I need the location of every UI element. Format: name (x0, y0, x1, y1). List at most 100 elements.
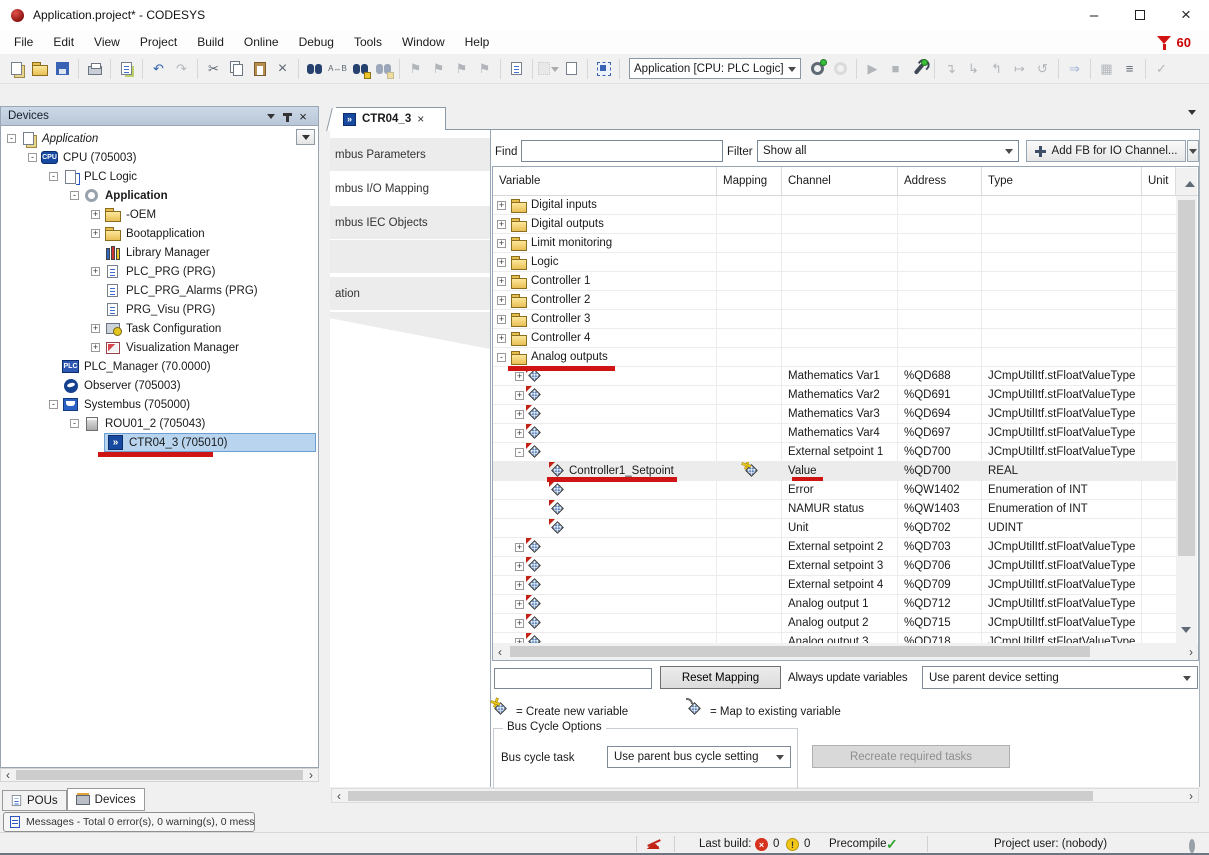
scroll-up-button[interactable] (1176, 168, 1197, 195)
close-button[interactable]: × (1163, 0, 1209, 30)
expand-icon[interactable]: + (515, 410, 524, 419)
tab-list-dropdown-icon[interactable] (1188, 115, 1196, 133)
pragma-flag-icon[interactable] (1157, 35, 1172, 50)
io-table-row-external-setpoint-1[interactable]: -External setpoint 1%QD700JCmpUtilItf.st… (493, 443, 1176, 462)
tree-item--oem[interactable]: +-OEM (1, 205, 318, 224)
menu-window[interactable]: Window (392, 32, 455, 52)
paste-icon[interactable] (249, 58, 270, 79)
new-project-icon[interactable] (6, 58, 27, 79)
column-header-type[interactable]: Type (982, 167, 1142, 195)
collapse-icon[interactable]: - (49, 172, 58, 181)
expand-icon[interactable]: + (497, 220, 506, 229)
expand-icon[interactable]: + (497, 315, 506, 324)
io-table-row-analog-outputs[interactable]: -Analog outputs (493, 348, 1176, 367)
tree-item-plc-prg-alarms-prg-[interactable]: PLC_PRG_Alarms (PRG) (1, 281, 318, 300)
menu-project[interactable]: Project (130, 32, 187, 52)
tree-item-visualization-manager[interactable]: +Visualization Manager (1, 338, 318, 357)
redo-icon[interactable]: ↷ (171, 58, 192, 79)
panel-menu-icon[interactable] (263, 110, 279, 123)
step-out-icon[interactable]: ↰ (986, 58, 1007, 79)
scroll-right-icon[interactable]: › (1184, 789, 1198, 803)
start-icon[interactable]: ▶ (862, 58, 883, 79)
io-table-row-external-setpoint-3[interactable]: +External setpoint 3%QD706JCmpUtilItf.st… (493, 557, 1176, 576)
column-header-mapping[interactable]: Mapping (717, 167, 782, 195)
collapse-icon[interactable]: - (7, 134, 16, 143)
menu-help[interactable]: Help (455, 32, 500, 52)
logout-icon[interactable] (830, 58, 851, 79)
expand-icon[interactable]: + (497, 277, 506, 286)
step-over-icon[interactable]: ↴ (940, 58, 961, 79)
io-table-row-analog-output-2[interactable]: +Analog output 2%QD715JCmpUtilItf.stFloa… (493, 614, 1176, 633)
expand-icon[interactable]: + (515, 391, 524, 400)
menu-build[interactable]: Build (187, 32, 234, 52)
bus-cycle-task-combo[interactable]: Use parent bus cycle setting (607, 746, 791, 768)
find-icon[interactable] (304, 58, 325, 79)
scroll-right-icon[interactable]: › (1184, 645, 1198, 659)
collapse-icon[interactable]: - (49, 400, 58, 409)
collapse-icon[interactable]: - (515, 448, 524, 457)
io-table-row-unit[interactable]: Unit%QD702UDINT (493, 519, 1176, 538)
bookmark-toggle-icon[interactable]: ⚑ (405, 58, 426, 79)
menu-file[interactable]: File (4, 32, 43, 52)
expand-icon[interactable]: + (515, 372, 524, 381)
filter-combo[interactable]: Show all (757, 140, 1019, 162)
tree-item-library-manager[interactable]: Library Manager (1, 243, 318, 262)
recreate-tasks-button[interactable]: Recreate required tasks (812, 745, 1010, 768)
io-table-row-digital-inputs[interactable]: +Digital inputs (493, 196, 1176, 215)
menu-view[interactable]: View (84, 32, 130, 52)
toggle-breakpoint-icon[interactable]: ▦ (1096, 58, 1117, 79)
expand-icon[interactable]: + (91, 343, 100, 352)
replace-icon[interactable]: A↔B (327, 58, 348, 79)
io-table-row-controller-4[interactable]: +Controller 4 (493, 329, 1176, 348)
insert-grid-icon[interactable] (538, 58, 559, 79)
build-icon[interactable] (908, 58, 929, 79)
menu-edit[interactable]: Edit (43, 32, 84, 52)
io-table-row-analog-output-1[interactable]: +Analog output 1%QD712JCmpUtilItf.stFloa… (493, 595, 1176, 614)
run-to-cursor-icon[interactable]: ↦ (1009, 58, 1030, 79)
side-tab-hidden[interactable] (330, 240, 490, 273)
column-header-address[interactable]: Address (898, 167, 982, 195)
editor-tab-ctr04_3[interactable]: » CTR04_3 × (336, 107, 446, 130)
format-icon[interactable]: ≡ (1119, 58, 1140, 79)
panel-close-icon[interactable]: × (295, 109, 311, 124)
add-fb-button[interactable]: Add FB for IO Channel... (1026, 140, 1186, 162)
io-table-row-external-setpoint-4[interactable]: +External setpoint 4%QD709JCmpUtilItf.st… (493, 576, 1176, 595)
tab-close-icon[interactable]: × (417, 112, 424, 126)
tree-item-systembus-705000-[interactable]: -Systembus (705000) (1, 395, 318, 414)
expand-icon[interactable]: + (515, 581, 524, 590)
menu-online[interactable]: Online (234, 32, 289, 52)
io-table-row-namur-status[interactable]: NAMUR status%QW1403Enumeration of INT (493, 500, 1176, 519)
expand-icon[interactable]: + (91, 267, 100, 276)
io-table-row-controller-1[interactable]: +Controller 1 (493, 272, 1176, 291)
save-icon[interactable] (52, 58, 73, 79)
visualization-grid-icon[interactable] (593, 58, 614, 79)
editor-hscrollbar[interactable]: ‹ › (331, 788, 1199, 803)
minimize-button[interactable]: – (1071, 0, 1117, 30)
devices-hscrollbar[interactable]: ‹ › (0, 768, 319, 782)
io-table-row-limit-monitoring[interactable]: +Limit monitoring (493, 234, 1176, 253)
bookmark-prev-icon[interactable]: ⚑ (428, 58, 449, 79)
expand-icon[interactable]: + (515, 429, 524, 438)
active-application-combo[interactable]: Application [CPU: PLC Logic] (629, 58, 801, 79)
scroll-left-icon[interactable]: ‹ (1, 768, 15, 782)
expand-icon[interactable]: + (497, 258, 506, 267)
side-tab-ation[interactable]: ation (330, 277, 490, 310)
find-objects-icon[interactable] (350, 58, 371, 79)
mapping-footer-input[interactable] (494, 668, 652, 689)
expand-icon[interactable]: + (91, 210, 100, 219)
undo-icon[interactable]: ↶ (148, 58, 169, 79)
io-table-row-logic[interactable]: +Logic (493, 253, 1176, 272)
io-table-row-mathematics-var2[interactable]: +Mathematics Var2%QD691JCmpUtilItf.stFlo… (493, 386, 1176, 405)
login-icon[interactable] (807, 58, 828, 79)
column-header-unit[interactable]: Unit (1142, 167, 1176, 195)
expand-icon[interactable]: + (497, 201, 506, 210)
bookmark-next-icon[interactable]: ⚑ (451, 58, 472, 79)
side-tab-mbus-i-o-mapping[interactable]: mbus I/O Mapping (330, 172, 490, 205)
side-tab-mbus-iec-objects[interactable]: mbus IEC Objects (330, 206, 490, 239)
delete-icon[interactable]: × (272, 58, 293, 79)
expand-icon[interactable]: + (515, 619, 524, 628)
tree-item-bootapplication[interactable]: +Bootapplication (1, 224, 318, 243)
collapse-icon[interactable]: - (70, 191, 79, 200)
io-table-row-error[interactable]: Error%QW1402Enumeration of INT (493, 481, 1176, 500)
copy-icon[interactable] (226, 58, 247, 79)
